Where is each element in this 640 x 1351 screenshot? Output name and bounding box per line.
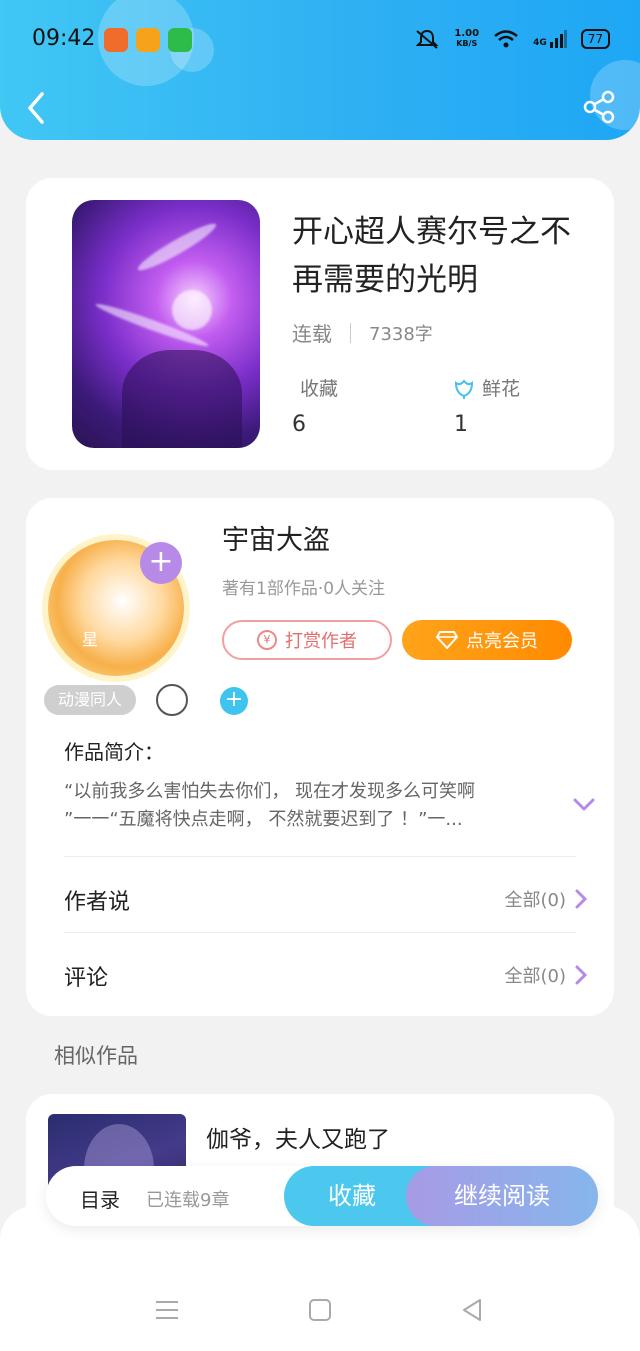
divider — [64, 856, 576, 857]
share-icon[interactable] — [582, 90, 616, 124]
author-says-link[interactable]: 全部(0) — [505, 886, 589, 912]
toc-button[interactable]: 目录 — [80, 1184, 120, 1213]
vip-button[interactable]: 点亮会员 — [402, 620, 572, 660]
cell-signal-icon: 4G — [533, 30, 567, 48]
word-count: 7338字 — [369, 323, 433, 345]
favorites-label: 收藏 — [300, 378, 339, 400]
book-title: 开心超人赛尔号之不再需要的光明 — [292, 214, 571, 298]
book-info-card: 开心超人赛尔号之不再需要的光明 连载 7338字 收藏 6 鲜花 1 — [26, 178, 614, 470]
flowers-label: 鲜花 — [482, 378, 521, 400]
action-bar: 目录 已连载9章 收藏 继续阅读 — [46, 1166, 598, 1226]
chevron-right-icon — [575, 889, 588, 909]
battery-indicator: 77 — [580, 29, 610, 49]
author-summary: 著有1部作品·0人关注 — [222, 579, 386, 599]
serial-status: 连载 — [292, 322, 332, 346]
similar-book-title: 伽爷，夫人又跑了 — [206, 1127, 390, 1153]
author-card: 星 + 宇宙大盗 著有1部作品·0人关注 ¥ 打赏作者 点亮会员 动漫同人 + … — [26, 498, 614, 1016]
flowers-count: 1 — [454, 412, 468, 437]
author-says-label: 作者说 — [64, 890, 131, 915]
status-indicators: 1.00 KB/S 4G 77 — [414, 28, 610, 50]
video-app-notification-icon — [136, 28, 160, 52]
coin-icon: ¥ — [257, 630, 277, 650]
divider — [64, 932, 576, 933]
book-cover[interactable] — [72, 200, 260, 448]
intro-title: 作品简介： — [64, 740, 164, 764]
continue-reading-button[interactable]: 继续阅读 — [406, 1166, 598, 1226]
genre-tag[interactable]: 动漫同人 — [44, 685, 137, 715]
diamond-icon — [436, 631, 458, 649]
tag-circle-icon[interactable] — [156, 684, 188, 716]
wifi-icon — [494, 30, 518, 48]
top-header: 09:42 1.00 KB/S 4G 77 — [0, 0, 640, 140]
favorites-count: 6 — [292, 412, 306, 437]
home-icon[interactable] — [308, 1298, 332, 1322]
comments-label: 评论 — [64, 966, 109, 991]
chevron-right-icon — [575, 965, 588, 985]
expand-chevron-icon[interactable] — [572, 794, 596, 814]
reward-author-button[interactable]: ¥ 打赏作者 — [222, 620, 392, 660]
back-icon[interactable] — [22, 90, 52, 126]
intro-text[interactable]: “以前我多么害怕失去你们， 现在才发现多么可笑啊 ”一一“五魔将快点走啊， 不然… — [64, 778, 554, 834]
message-notification-icon — [168, 28, 192, 52]
add-tag-button[interactable]: + — [220, 687, 248, 715]
app-notification-icon — [104, 28, 128, 52]
network-speed: 1.00 KB/S — [454, 28, 480, 49]
follow-author-button[interactable]: + — [140, 542, 182, 584]
status-time: 09:42 — [32, 26, 96, 51]
flower-icon — [454, 378, 474, 399]
bottom-panel — [0, 1206, 640, 1351]
chapter-count: 已连载9章 — [146, 1190, 230, 1211]
flowers-stat[interactable]: 鲜花 — [452, 374, 520, 401]
similar-works-title: 相似作品 — [54, 1044, 138, 1068]
author-name: 宇宙大盗 — [222, 525, 330, 556]
comments-link[interactable]: 全部(0) — [505, 962, 589, 988]
mute-bell-icon — [415, 29, 439, 49]
book-meta: 连载 7338字 — [292, 318, 433, 347]
menu-icon[interactable] — [154, 1298, 180, 1322]
back-nav-icon[interactable] — [460, 1298, 484, 1322]
